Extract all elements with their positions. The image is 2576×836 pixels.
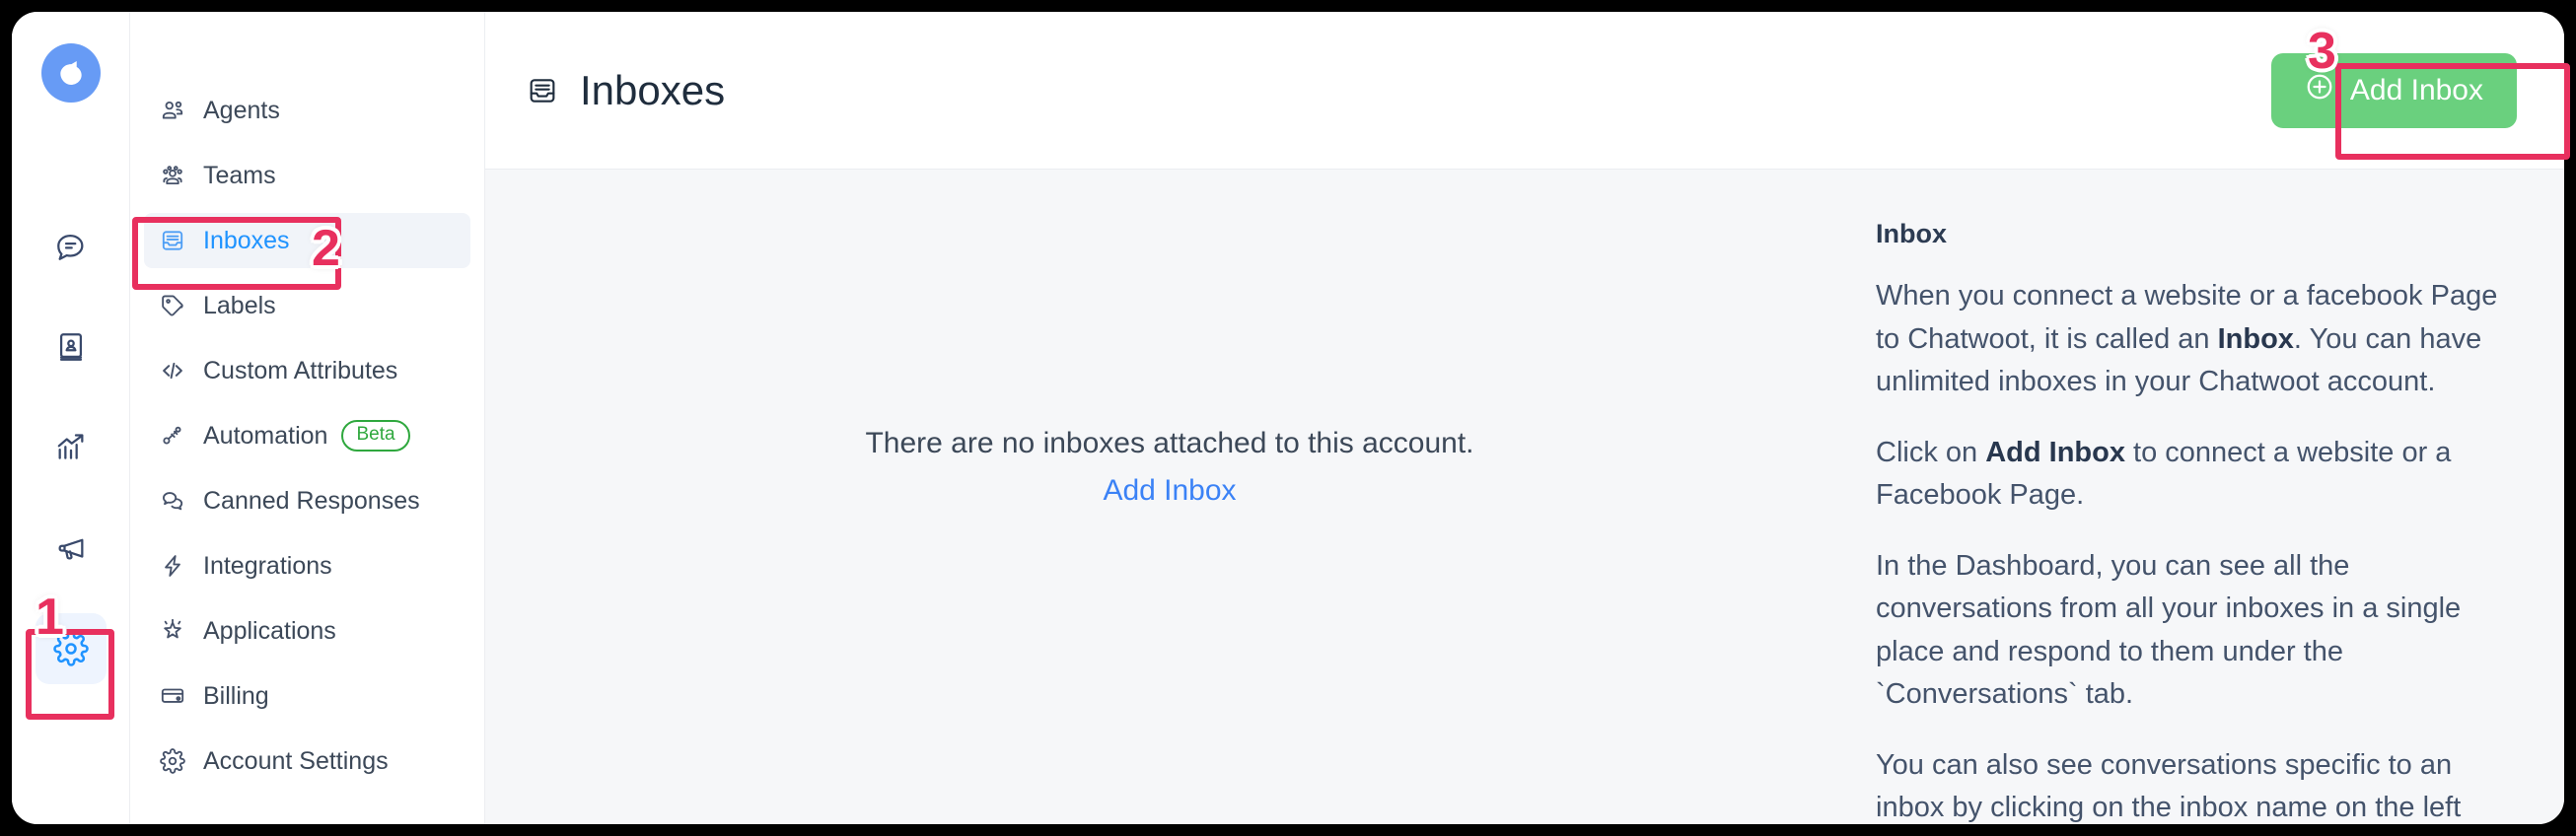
canned-response-icon [158, 486, 187, 516]
chatwoot-logo-icon[interactable] [40, 43, 101, 103]
inbox-icon [527, 75, 558, 106]
info-paragraph-3: In the Dashboard, you can see all the co… [1876, 549, 2462, 711]
chart-trend-icon [54, 431, 88, 464]
sidebar-item-label: Integrations [203, 551, 332, 580]
sidebar-item-label: Applications [203, 616, 336, 645]
automation-icon [158, 421, 187, 451]
sidebar-item-inboxes[interactable]: Inboxes [144, 213, 470, 268]
contact-book-icon [54, 330, 88, 364]
sidebar-item-custom-attributes[interactable]: Custom Attributes [144, 343, 470, 398]
inbox-icon [158, 226, 187, 255]
gear-icon [52, 631, 89, 666]
add-inbox-button[interactable]: Add Inbox [2270, 52, 2517, 128]
plus-circle-icon [2305, 72, 2334, 109]
credit-card-icon [158, 681, 187, 711]
rail-item-conversations[interactable] [36, 211, 107, 282]
sidebar-item-billing[interactable]: Billing [144, 668, 470, 724]
add-inbox-button-label: Add Inbox [2349, 73, 2483, 106]
agents-icon [158, 96, 187, 125]
info-paragraph-2: Click on Add Inbox to connect a website … [1876, 432, 2505, 518]
content-body: There are no inboxes attached to this ac… [485, 170, 2564, 824]
gear-icon [158, 746, 187, 776]
empty-state-message: There are no inboxes attached to this ac… [865, 427, 1474, 459]
info-p1-bold: Inbox [2217, 322, 2294, 355]
sidebar-item-applications[interactable]: Applications [144, 603, 470, 659]
sidebar-item-account-settings[interactable]: Account Settings [144, 733, 470, 789]
info-panel-heading: Inbox [1876, 219, 1947, 248]
sidebar-item-teams[interactable]: Teams [144, 148, 470, 203]
rail-item-reports[interactable] [36, 412, 107, 483]
sidebar-item-automation[interactable]: Automation Beta [144, 408, 470, 463]
info-paragraph-4: You can also see conversations specific … [1876, 748, 2462, 824]
rail-item-settings[interactable] [35, 613, 107, 684]
sidebar-item-label: Labels [203, 291, 276, 319]
info-p2-bold: Add Inbox [1985, 436, 2125, 468]
info-paragraph-1: When you connect a website or a facebook… [1876, 275, 2505, 404]
empty-state: There are no inboxes attached to this ac… [485, 170, 1854, 824]
info-p2-text-a: Click on [1876, 436, 1986, 468]
page-title: Inboxes [580, 66, 726, 113]
sidebar-item-label: Billing [203, 681, 269, 710]
sidebar-item-agents[interactable]: Agents [144, 83, 470, 138]
tag-icon [158, 291, 187, 320]
main-region: Inboxes Add Inbox There are no inboxes a… [485, 12, 2564, 824]
code-icon [158, 356, 187, 385]
app-window: Agents Teams Inboxes Labels Custom Attri… [12, 12, 2564, 824]
bolt-icon [158, 551, 187, 581]
info-panel: Inbox When you connect a website or a fa… [1854, 170, 2564, 824]
empty-state-add-inbox-link[interactable]: Add Inbox [1103, 474, 1236, 508]
teams-icon [158, 161, 187, 190]
page-header: Inboxes Add Inbox [485, 12, 2564, 170]
sidebar-item-label: Account Settings [203, 746, 389, 775]
sidebar-item-label: Custom Attributes [203, 356, 398, 384]
sidebar-item-canned-responses[interactable]: Canned Responses [144, 473, 470, 528]
primary-icon-rail [12, 12, 130, 824]
sidebar-item-label: Agents [203, 96, 280, 124]
settings-sidebar: Agents Teams Inboxes Labels Custom Attri… [130, 12, 485, 824]
megaphone-icon [54, 531, 88, 565]
sidebar-item-integrations[interactable]: Integrations [144, 538, 470, 593]
sidebar-item-label: Inboxes [203, 226, 290, 254]
sidebar-item-label: Canned Responses [203, 486, 420, 515]
sidebar-item-labels[interactable]: Labels [144, 278, 470, 333]
rail-item-contacts[interactable] [36, 312, 107, 383]
sidebar-item-label: Automation [203, 421, 328, 450]
star-icon [158, 616, 187, 646]
sidebar-item-label: Teams [203, 161, 276, 189]
beta-badge: Beta [341, 420, 410, 452]
rail-item-campaigns[interactable] [36, 513, 107, 584]
chat-bubble-icon [54, 230, 88, 263]
